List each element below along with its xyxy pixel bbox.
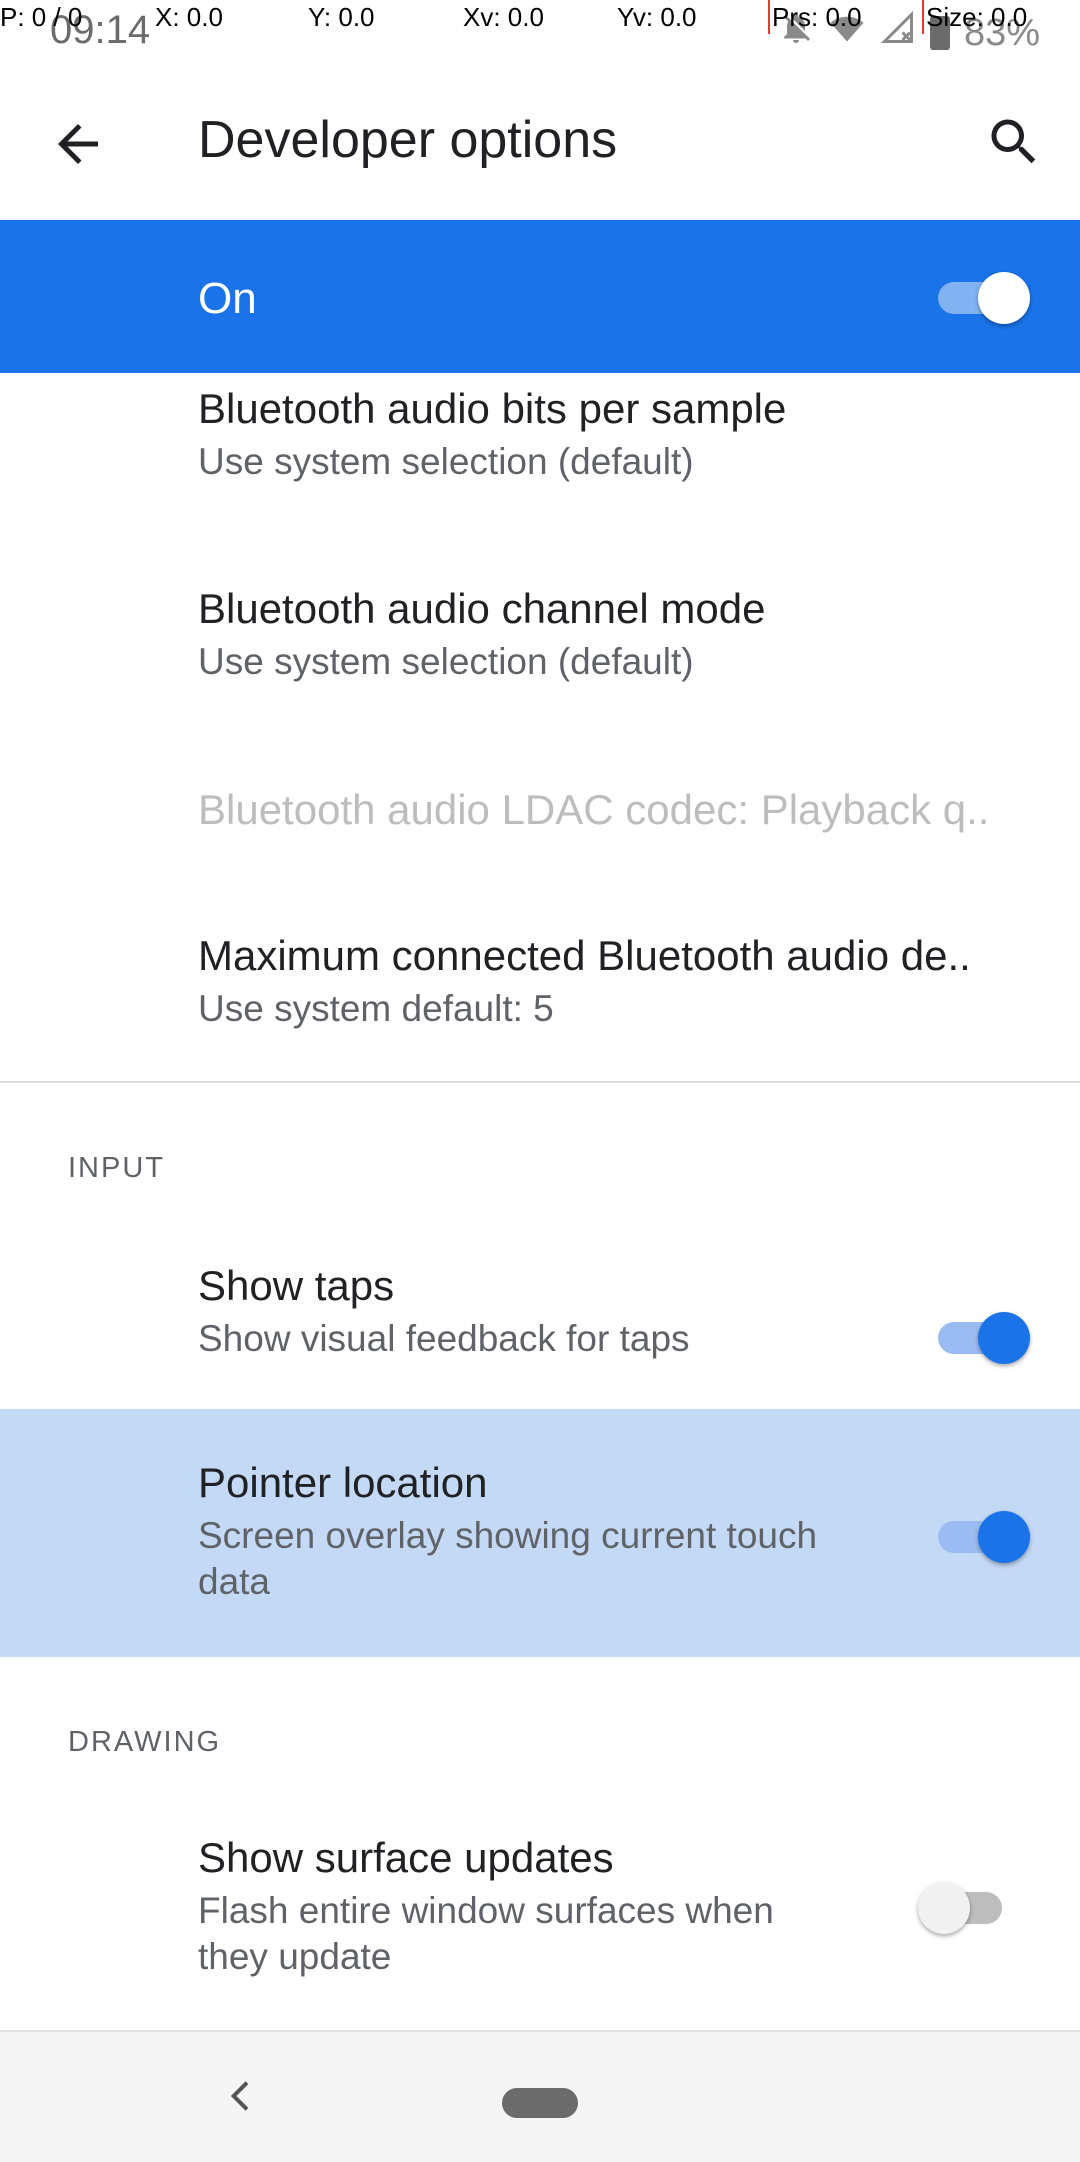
overlay-x: X: 0.0 xyxy=(155,2,223,32)
overlay-p: P: 0 / 0 xyxy=(0,2,83,32)
row-summary: Use system default: 5 xyxy=(198,988,554,1029)
section-header-input: INPUT xyxy=(68,1152,165,1184)
app-toolbar: Developer options xyxy=(0,66,1080,220)
overlay-xv: Xv: 0.0 xyxy=(463,2,544,32)
row-summary-line: Screen overlay showing current touch xyxy=(198,1515,818,1556)
row-summary: Use system selection (default) xyxy=(198,641,694,682)
row-title: Show surface updates xyxy=(198,1834,614,1881)
list-item-show-taps[interactable]: Show taps Show visual feedback for taps xyxy=(0,1240,1080,1408)
show-taps-toggle[interactable] xyxy=(938,1308,1030,1364)
row-summary: Use system selection (default) xyxy=(198,441,694,482)
pointer-location-toggle[interactable] xyxy=(938,1507,1030,1563)
overlay-divider xyxy=(922,0,924,34)
list-item-bt-channel[interactable]: Bluetooth audio channel mode Use system … xyxy=(0,573,1080,731)
pointer-location-overlay: P: 0 / 0 X: 0.0 Y: 0.0 Xv: 0.0 Yv: 0.0 P… xyxy=(0,0,1080,40)
search-icon[interactable] xyxy=(984,112,1044,172)
switch-thumb xyxy=(978,272,1030,324)
row-title: Bluetooth audio bits per sample xyxy=(198,385,787,432)
row-title: Maximum connected Bluetooth audio de.. xyxy=(198,932,971,979)
switch-thumb xyxy=(918,1882,970,1934)
overlay-prs: Prs: 0.0 xyxy=(772,2,862,32)
page-title: Developer options xyxy=(198,111,618,169)
nav-back-icon[interactable] xyxy=(222,2076,262,2116)
arrow-back-icon[interactable] xyxy=(48,114,108,174)
system-nav-bar xyxy=(0,2030,1080,2162)
row-title: Bluetooth audio LDAC codec: Playback q.. xyxy=(198,786,990,833)
master-switch-toggle[interactable] xyxy=(938,268,1030,324)
master-switch-bar[interactable]: On xyxy=(0,220,1080,373)
overlay-yv: Yv: 0.0 xyxy=(617,2,697,32)
row-title: Bluetooth audio channel mode xyxy=(198,585,766,632)
section-divider xyxy=(0,1081,1080,1083)
list-item-show-surface-updates[interactable]: Show surface updates Flash entire window… xyxy=(0,1810,1080,2030)
show-surface-updates-toggle[interactable] xyxy=(918,1878,1002,1934)
list-item-bt-bits[interactable]: Bluetooth audio bits per sample Use syst… xyxy=(0,373,1080,531)
overlay-y: Y: 0.0 xyxy=(308,2,375,32)
switch-thumb xyxy=(978,1312,1030,1364)
row-summary: Show visual feedback for taps xyxy=(198,1318,690,1359)
nav-home-pill[interactable] xyxy=(502,2088,578,2118)
master-switch-label: On xyxy=(198,274,257,323)
overlay-size: Size: 0.0 xyxy=(926,2,1028,32)
list-item-bt-max-devices[interactable]: Maximum connected Bluetooth audio de.. U… xyxy=(0,920,1080,1078)
row-summary-line: Flash entire window surfaces when xyxy=(198,1890,774,1931)
list-item-bt-ldac: Bluetooth audio LDAC codec: Playback q.. xyxy=(0,770,1080,880)
status-bar: 09:14 83% P: 0 / 0 X: 0.0 Y: 0.0 Xv: 0.0… xyxy=(0,0,1080,66)
section-header-drawing: DRAWING xyxy=(68,1726,222,1758)
row-title: Show taps xyxy=(198,1262,395,1309)
overlay-divider xyxy=(768,0,770,34)
row-title: Pointer location xyxy=(198,1459,488,1506)
list-item-pointer-location[interactable]: Pointer location Screen overlay showing … xyxy=(0,1409,1080,1657)
switch-thumb xyxy=(978,1511,1030,1563)
row-summary-line: data xyxy=(198,1561,271,1602)
row-summary-line: they update xyxy=(198,1936,392,1977)
